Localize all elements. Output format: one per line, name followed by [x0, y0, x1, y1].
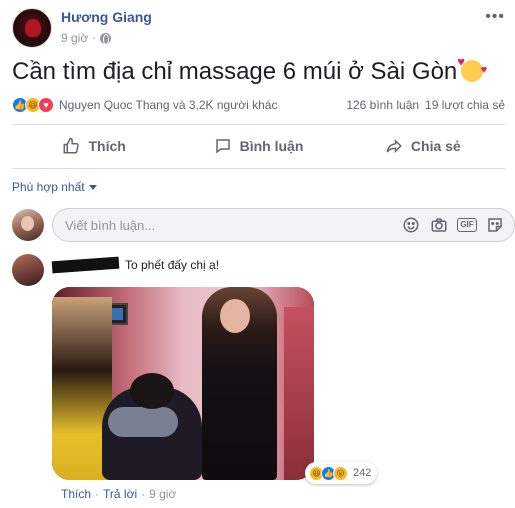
- comment-item: To phết đấy chị ạ!: [12, 254, 219, 286]
- comment-action-separator: ·: [141, 487, 146, 501]
- comment-input[interactable]: Viết bình luận... GIF: [52, 208, 515, 242]
- thumbs-up-icon: [63, 137, 80, 154]
- photo-right-wall: [284, 307, 314, 480]
- comments-count[interactable]: 126 bình luận: [346, 98, 419, 112]
- smiling-hearts-emoji-icon: [457, 54, 487, 82]
- comment-sort-dropdown[interactable]: Phù hợp nhất: [12, 180, 97, 194]
- comment-bubble-icon: [215, 139, 230, 154]
- current-user-avatar: [12, 209, 44, 241]
- post-text: Cần tìm địa chỉ massage 6 múi ở Sài Gòn: [12, 54, 487, 86]
- commenter-avatar[interactable]: [12, 254, 44, 286]
- love-icon: ♥: [38, 97, 54, 113]
- share-label: Chia sẻ: [410, 138, 461, 154]
- comment-input-placeholder: Viết bình luận...: [65, 217, 156, 233]
- comment-reactions[interactable]: 😆 👍 😮 242: [305, 462, 378, 484]
- reactions-bar: 👍 😆 ♥ Nguyen Quoc Thang và 3,2K người kh…: [12, 96, 505, 114]
- comment-line: To phết đấy chị ạ!: [51, 256, 220, 274]
- comment-photo[interactable]: [52, 287, 314, 480]
- composer-icons: GIF: [402, 216, 504, 234]
- share-button[interactable]: Chia sẻ: [341, 128, 505, 164]
- camera-icon[interactable]: [430, 216, 448, 234]
- comment-body: To phết đấy chị ạ!: [51, 254, 220, 286]
- more-options-icon[interactable]: •••: [485, 8, 505, 26]
- post-actions: Thích Bình luận Chia sẻ: [12, 128, 505, 164]
- share-arrow-icon: [386, 138, 402, 154]
- caret-down-icon: [88, 184, 97, 190]
- divider: [12, 168, 505, 169]
- gif-icon[interactable]: GIF: [457, 216, 477, 234]
- like-label: Thích: [88, 138, 126, 154]
- author-avatar[interactable]: [12, 8, 52, 48]
- comment-like-link[interactable]: Thích: [61, 487, 91, 501]
- wow-icon: 😮: [333, 465, 348, 481]
- post-header: Hương Giang 9 giờ ·: [12, 8, 152, 48]
- post-counts: 126 bình luận 19 lượt chia sẻ: [346, 98, 505, 112]
- author-block: Hương Giang 9 giờ ·: [61, 9, 152, 45]
- post-text-content: Cần tìm địa chỉ massage 6 múi ở Sài Gòn: [12, 58, 458, 85]
- comment-reaction-count: 242: [353, 467, 372, 479]
- comment-actions: Thích · Trả lời · 9 giờ: [61, 487, 176, 501]
- meta-separator: ·: [92, 32, 96, 44]
- comment-action-separator: ·: [95, 487, 100, 501]
- comment-button[interactable]: Bình luận: [176, 128, 340, 164]
- comment-composer: Viết bình luận... GIF: [12, 208, 515, 242]
- post-time[interactable]: 9 giờ: [61, 31, 88, 45]
- comment-time[interactable]: 9 giờ: [149, 487, 176, 501]
- globe-icon: [99, 32, 111, 45]
- photo-client-head: [130, 373, 174, 409]
- post-meta: 9 giờ ·: [61, 31, 152, 45]
- like-button[interactable]: Thích: [12, 128, 176, 164]
- photo-masseuse-face: [220, 299, 250, 333]
- shares-count[interactable]: 19 lượt chia sẻ: [425, 98, 505, 112]
- redacted-commenter-name: [51, 256, 120, 274]
- emoji-icon[interactable]: [402, 216, 420, 234]
- reactors-summary[interactable]: Nguyen Quoc Thang và 3,2K người khác: [59, 98, 277, 112]
- comment-reply-link[interactable]: Trả lời: [103, 487, 137, 501]
- sort-label: Phù hợp nhất: [12, 180, 85, 194]
- sticker-icon[interactable]: [486, 216, 504, 234]
- author-name[interactable]: Hương Giang: [61, 9, 152, 25]
- reaction-icons[interactable]: 👍 😆 ♥: [12, 97, 54, 113]
- comment-text: To phết đấy chị ạ!: [125, 258, 220, 272]
- divider: [12, 124, 505, 125]
- comment-label: Bình luận: [239, 138, 304, 154]
